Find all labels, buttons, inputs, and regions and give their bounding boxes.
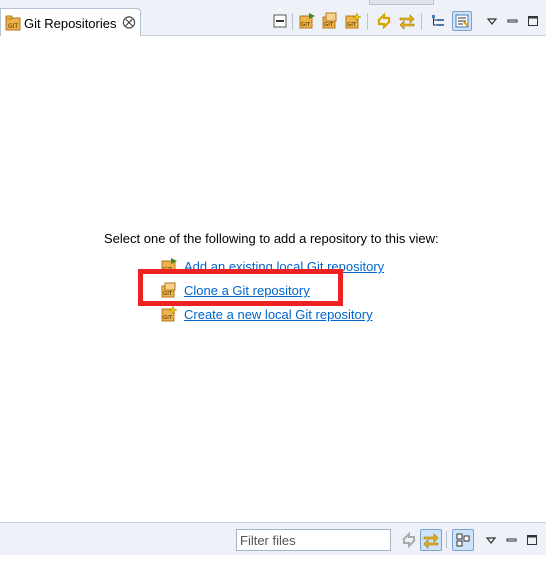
- svg-text:GIT: GIT: [301, 22, 311, 28]
- clone-highlight-box: [138, 269, 343, 306]
- create-repository-link[interactable]: Create a new local Git repository: [184, 307, 373, 322]
- svg-text:GIT: GIT: [324, 22, 334, 28]
- close-tab-icon[interactable]: ⨂: [122, 13, 136, 31]
- bottom-view-menu-icon[interactable]: [480, 529, 502, 551]
- sync-icon[interactable]: [398, 529, 420, 551]
- link-with-editor-icon[interactable]: [420, 529, 442, 551]
- add-existing-repository-icon[interactable]: GIT: [297, 11, 317, 31]
- clone-repository-icon[interactable]: GIT: [320, 11, 340, 31]
- svg-text:GIT: GIT: [163, 315, 173, 321]
- view-menu-icon[interactable]: [482, 11, 502, 31]
- bottom-maximize-icon[interactable]: [521, 529, 543, 551]
- bottom-edge: [0, 555, 546, 571]
- refresh-icon[interactable]: [374, 11, 394, 31]
- create-repository-icon[interactable]: GIT: [343, 11, 363, 31]
- tab-git-repositories[interactable]: GIT Git Repositories ⨂: [0, 8, 141, 36]
- svg-text:GIT: GIT: [8, 23, 18, 30]
- create-repository-icon: GIT: [161, 305, 178, 322]
- tab-title: Git Repositories: [24, 16, 117, 31]
- view-tab-bar: GIT Git Repositories ⨂ GIT GIT GIT: [0, 0, 546, 36]
- top-strip: [369, 0, 434, 5]
- maximize-icon[interactable]: [523, 11, 543, 31]
- toolbar-separator: [292, 13, 293, 30]
- toolbar-separator: [367, 13, 368, 30]
- toolbar-separator: [446, 531, 447, 548]
- filter-files-input[interactable]: [236, 529, 391, 551]
- empty-view-instruction: Select one of the following to add a rep…: [104, 231, 439, 246]
- minimize-icon[interactable]: [502, 11, 522, 31]
- link-with-selection-icon[interactable]: [397, 11, 417, 31]
- hierarchical-layout-icon[interactable]: [428, 11, 448, 31]
- bottom-minimize-icon[interactable]: [500, 529, 522, 551]
- show-details-icon[interactable]: [452, 11, 472, 31]
- git-repositories-icon: GIT: [5, 15, 21, 31]
- collapse-all-icon[interactable]: [270, 11, 290, 31]
- toolbar-separator: [421, 13, 422, 30]
- repositories-view-content: Select one of the following to add a rep…: [0, 36, 546, 522]
- layout-icon[interactable]: [452, 529, 474, 551]
- svg-text:GIT: GIT: [347, 22, 357, 28]
